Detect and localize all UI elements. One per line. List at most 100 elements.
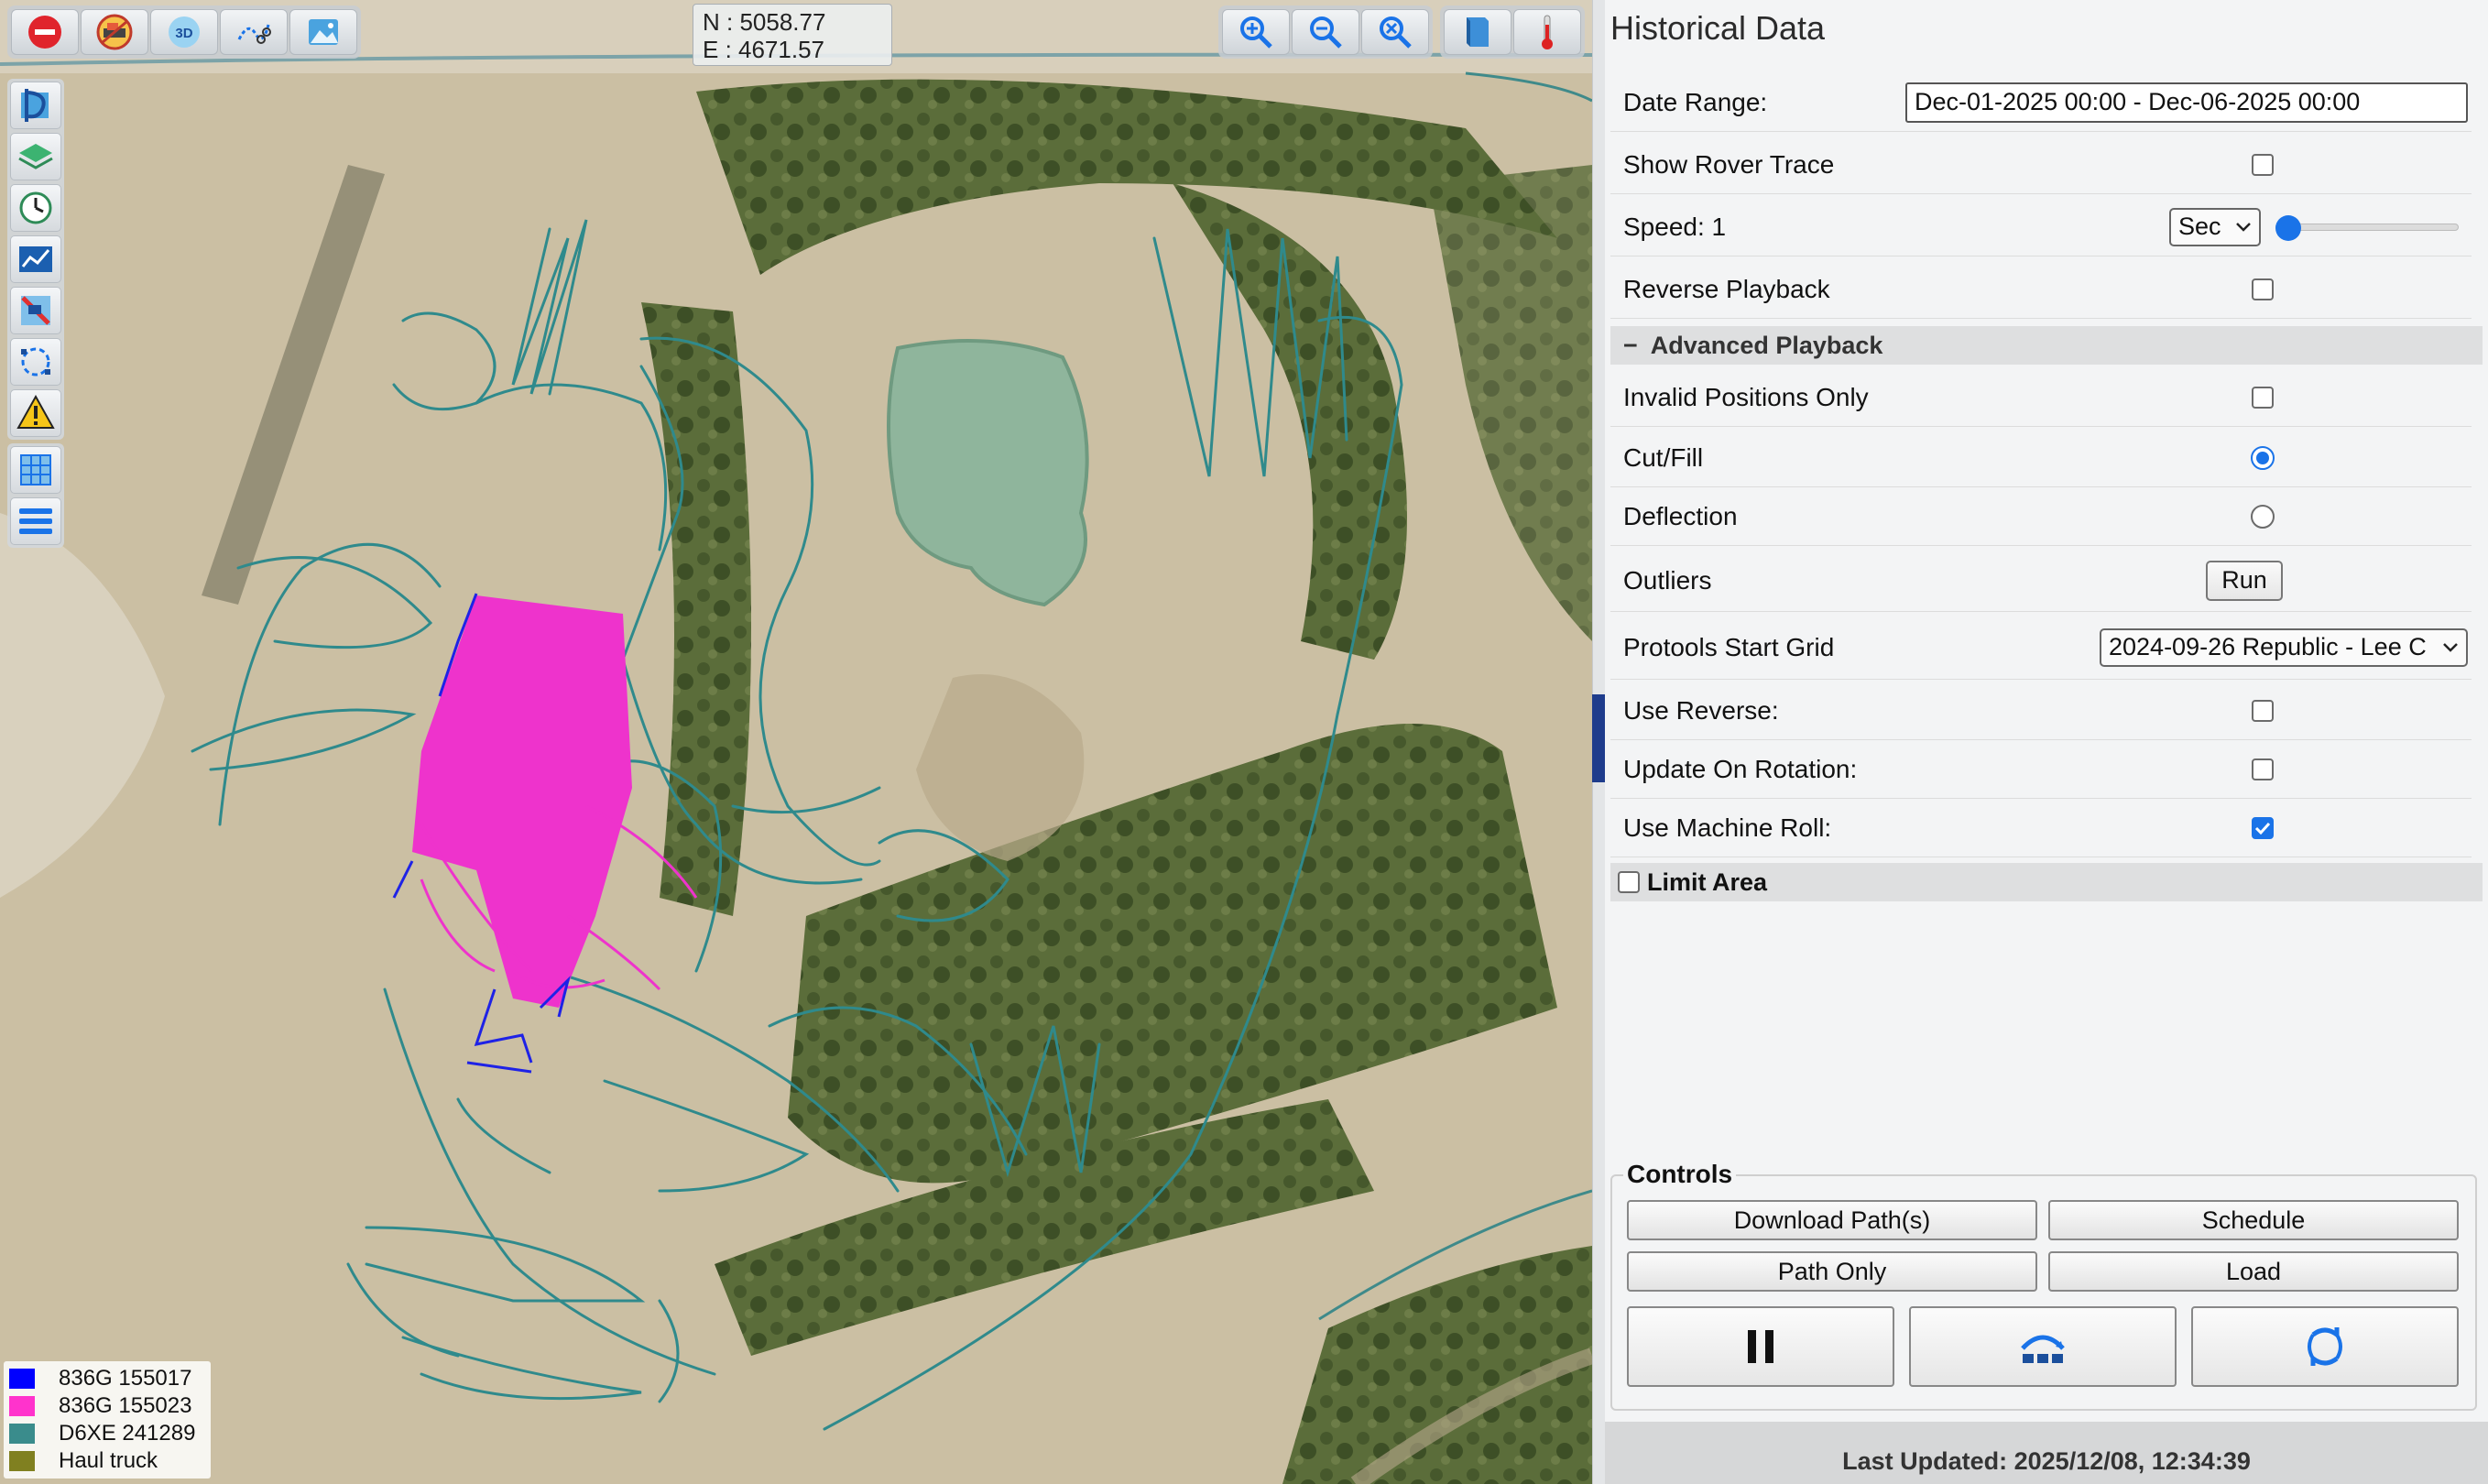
refresh-button[interactable]	[2191, 1306, 2459, 1387]
speed-row: Speed: 1 Sec	[1610, 198, 2472, 256]
list-button[interactable]	[10, 497, 61, 545]
east-coordinate: E : 4671.57	[703, 36, 824, 63]
boundary-icon	[21, 347, 50, 376]
date-range-input[interactable]: Dec-01-2025 00:00 - Dec-06-2025 00:00	[1905, 82, 2468, 123]
load-button[interactable]: Load	[2048, 1251, 2459, 1292]
limit-area-checkbox[interactable]	[1618, 871, 1640, 893]
grid-button[interactable]	[10, 446, 61, 494]
invalid-positions-label: Invalid Positions Only	[1623, 382, 1869, 411]
book-button[interactable]	[1444, 9, 1511, 55]
thermometer-button[interactable]	[1513, 9, 1581, 55]
splitter-handle[interactable]	[1592, 694, 1605, 782]
machine-roll-row: Use Machine Roll:	[1610, 799, 2472, 857]
zoom-in-button[interactable]	[1222, 9, 1290, 55]
start-grid-label: Protools Start Grid	[1623, 632, 1835, 661]
historical-data-panel: Historical Data Date Range: Dec-01-2025 …	[1605, 0, 2488, 1484]
cut-fill-radio[interactable]	[2251, 445, 2275, 470]
image-button[interactable]	[289, 9, 357, 55]
chevron-down-icon	[2443, 642, 2458, 652]
use-reverse-checkbox[interactable]	[2252, 699, 2274, 722]
chart-icon	[19, 246, 52, 272]
legend-item: D6XE 241289	[9, 1420, 205, 1447]
outliers-row: Outliers Run	[1610, 550, 2472, 612]
follow-machine-button[interactable]	[1909, 1306, 2177, 1387]
advanced-playback-title: Advanced Playback	[1650, 331, 1883, 359]
legend-label: 836G 155017	[59, 1366, 192, 1391]
legend-item: 836G 155017	[9, 1365, 205, 1392]
legend-item: Haul truck	[9, 1447, 205, 1475]
stop-button[interactable]	[11, 9, 79, 55]
zoom-out-icon	[1310, 16, 1342, 49]
layers-button[interactable]	[10, 133, 61, 180]
pause-button[interactable]	[1627, 1306, 1894, 1387]
grid-icon	[20, 454, 51, 486]
date-range-row: Date Range: Dec-01-2025 00:00 - Dec-06-2…	[1610, 73, 2472, 132]
left-toolbar-group-2	[7, 443, 64, 548]
chart-button[interactable]	[10, 235, 61, 283]
left-toolbar-group-1	[7, 79, 64, 440]
zoom-extent-button[interactable]	[1361, 9, 1429, 55]
machine-button[interactable]	[81, 9, 148, 55]
3d-label: 3D	[175, 26, 192, 41]
schedule-button[interactable]: Schedule	[2048, 1200, 2459, 1240]
cut-fill-label: Cut/Fill	[1623, 442, 1704, 472]
map-view[interactable]: 3D N : 5058.77 E : 4671.57 836G 155017 8…	[0, 0, 1592, 1484]
refresh-icon	[2308, 1327, 2342, 1366]
legend-swatch	[9, 1424, 35, 1444]
north-coordinate: N : 5058.77	[703, 8, 826, 36]
path-cut-icon	[237, 24, 271, 44]
reverse-playback-row: Reverse Playback	[1610, 260, 2472, 319]
deflection-radio[interactable]	[2251, 504, 2275, 529]
start-grid-select[interactable]: 2024-09-26 Republic - Lee C	[2100, 627, 2468, 667]
show-rover-trace-checkbox[interactable]	[2252, 153, 2274, 176]
update-rotation-label: Update On Rotation:	[1623, 754, 1858, 783]
thermometer-icon	[1542, 15, 1553, 49]
3d-view-button[interactable]: 3D	[150, 9, 218, 55]
stop-icon	[28, 16, 61, 49]
aerial-map[interactable]	[0, 0, 1592, 1484]
machine-roll-checkbox[interactable]	[2252, 816, 2274, 839]
list-icon	[19, 508, 52, 534]
machine-roll-label: Use Machine Roll:	[1623, 813, 1832, 842]
pause-icon	[1748, 1330, 1773, 1363]
layers-icon	[18, 144, 53, 169]
collapse-icon: −	[1623, 331, 1638, 359]
zoom-extent-icon	[1380, 16, 1412, 49]
last-updated-status: Last Updated: 2025/12/08, 12:34:39	[1605, 1422, 2488, 1484]
path-only-button[interactable]: Path Only	[1627, 1251, 2037, 1292]
speed-slider-thumb[interactable]	[2275, 214, 2301, 241]
show-rover-trace-row: Show Rover Trace	[1610, 136, 2472, 194]
download-paths-button[interactable]: Download Path(s)	[1627, 1200, 2037, 1240]
design-icon	[21, 89, 49, 122]
path-cut-button[interactable]	[220, 9, 288, 55]
speed-label: Speed: 1	[1623, 212, 1727, 241]
zoom-out-button[interactable]	[1292, 9, 1359, 55]
legend-swatch	[9, 1369, 35, 1389]
book-icon	[1467, 17, 1489, 47]
run-button[interactable]: Run	[2206, 560, 2283, 601]
reverse-playback-checkbox[interactable]	[2252, 278, 2274, 300]
advanced-playback-header[interactable]: − Advanced Playback	[1610, 326, 2483, 365]
follow-machine-icon	[2021, 1335, 2065, 1363]
legend-label: D6XE 241289	[59, 1421, 196, 1446]
controls-label: Controls	[1623, 1160, 1737, 1189]
legend-item: 836G 155023	[9, 1392, 205, 1420]
update-rotation-checkbox[interactable]	[2252, 758, 2274, 780]
history-button[interactable]	[10, 184, 61, 232]
machine-select-icon	[21, 296, 50, 325]
invalid-positions-row: Invalid Positions Only	[1610, 368, 2472, 427]
date-range-label: Date Range:	[1623, 87, 1768, 116]
machine-select-button[interactable]	[10, 287, 61, 334]
warning-button[interactable]	[10, 389, 61, 437]
machine-legend: 836G 155017 836G 155023 D6XE 241289 Haul…	[4, 1361, 211, 1479]
warning-icon	[16, 394, 55, 429]
reverse-playback-label: Reverse Playback	[1623, 274, 1830, 303]
speed-slider[interactable]	[2275, 213, 2459, 241]
zoom-toolbar	[1218, 5, 1433, 59]
show-rover-trace-label: Show Rover Trace	[1623, 149, 1835, 179]
invalid-positions-checkbox[interactable]	[2252, 386, 2274, 409]
boundary-button[interactable]	[10, 338, 61, 386]
machine-icon	[96, 14, 133, 50]
design-button[interactable]	[10, 82, 61, 129]
speed-unit-select[interactable]: Sec	[2169, 207, 2261, 246]
